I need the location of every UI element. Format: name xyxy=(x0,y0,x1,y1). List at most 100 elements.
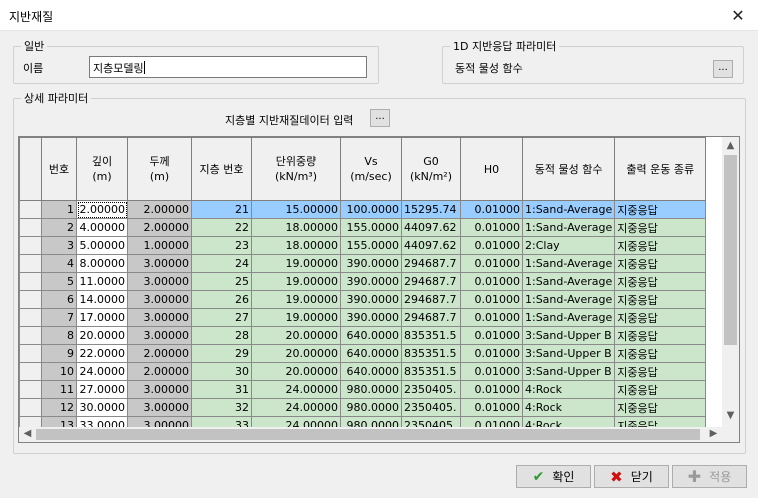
cell-depth[interactable]: 24.0000 xyxy=(76,362,128,381)
cell-layer-no[interactable]: 31 xyxy=(191,380,252,399)
cell-depth[interactable]: 17.0000 xyxy=(76,308,128,327)
table-row[interactable]: 10 24.0000 2.00000 30 20.00000 640.0000 835351… xyxy=(19,362,707,381)
cell-unit-weight[interactable]: 19.00000 xyxy=(251,254,341,273)
cell-h0[interactable]: 0.01000 xyxy=(460,380,523,399)
cell-dynamic-function[interactable]: 1:Sand-Average xyxy=(521,290,616,309)
cell-g0[interactable]: 44097.62 xyxy=(401,218,461,237)
header-unit-weight[interactable]: 단위중량 (kN/m³) xyxy=(251,137,341,201)
horizontal-scroll-thumb[interactable] xyxy=(36,429,700,440)
cell-layer-no[interactable]: 22 xyxy=(191,218,252,237)
header-g0[interactable]: G0 (kN/m²) xyxy=(401,137,461,201)
scroll-down-icon[interactable]: ▼ xyxy=(722,410,739,421)
cell-vs[interactable]: 640.0000 xyxy=(340,326,402,345)
header-dynamic-function[interactable]: 동적 물성 함수 xyxy=(521,137,616,201)
cell-no[interactable]: 10 xyxy=(41,362,77,381)
cell-thickness[interactable]: 3.00000 xyxy=(127,326,192,345)
cell-no[interactable]: 11 xyxy=(41,380,77,399)
cell-depth[interactable]: 11.0000 xyxy=(76,272,128,291)
cell-layer-no[interactable]: 29 xyxy=(191,344,252,363)
cell-layer-no[interactable]: 30 xyxy=(191,362,252,381)
cell-thickness[interactable]: 2.00000 xyxy=(127,218,192,237)
cell-depth[interactable]: 4.00000 xyxy=(76,218,128,237)
cell-h0[interactable]: 0.01000 xyxy=(460,326,523,345)
cell-vs[interactable]: 155.0000 xyxy=(340,236,402,255)
cell-depth[interactable]: 30.0000 xyxy=(76,398,128,417)
cell-dynamic-function[interactable]: 3:Sand-Upper B xyxy=(521,326,616,345)
cell-dynamic-function[interactable]: 3:Sand-Upper B xyxy=(521,344,616,363)
cell-h0[interactable]: 0.01000 xyxy=(460,308,523,327)
cell-g0[interactable]: 2350405. xyxy=(401,380,461,399)
close-button[interactable]: ✖ 닫기 xyxy=(594,465,669,488)
cell-no[interactable]: 2 xyxy=(41,218,77,237)
cell-unit-weight[interactable]: 20.00000 xyxy=(251,326,341,345)
name-input[interactable]: 지층모델링 xyxy=(89,56,367,78)
cell-unit-weight[interactable]: 18.00000 xyxy=(251,236,341,255)
cell-layer-no[interactable]: 25 xyxy=(191,272,252,291)
cell-unit-weight[interactable]: 19.00000 xyxy=(251,290,341,309)
cell-output-type[interactable]: 지중응답 xyxy=(614,200,707,219)
cell-h0[interactable]: 0.01000 xyxy=(460,218,523,237)
table-row[interactable]: 2 4.00000 2.00000 22 18.00000 155.0000 44097.6… xyxy=(19,218,707,237)
cell-thickness[interactable]: 3.00000 xyxy=(127,398,192,417)
cell-dynamic-function[interactable]: 1:Sand-Average xyxy=(521,308,616,327)
cell-dynamic-function[interactable]: 4:Rock xyxy=(521,380,616,399)
cell-thickness[interactable]: 1.00000 xyxy=(127,236,192,255)
cell-thickness[interactable]: 2.00000 xyxy=(127,344,192,363)
cell-vs[interactable]: 640.0000 xyxy=(340,344,402,363)
cell-dynamic-function[interactable]: 1:Sand-Average xyxy=(521,272,616,291)
cell-h0[interactable]: 0.01000 xyxy=(460,344,523,363)
cell-dynamic-function[interactable]: 1:Sand-Average xyxy=(521,200,616,219)
cell-g0[interactable]: 44097.62 xyxy=(401,236,461,255)
cell-h0[interactable]: 0.01000 xyxy=(460,290,523,309)
cell-dynamic-function[interactable]: 1:Sand-Average xyxy=(521,218,616,237)
cell-output-type[interactable]: 지중응답 xyxy=(614,380,707,399)
cell-thickness[interactable]: 3.00000 xyxy=(127,308,192,327)
cell-no[interactable]: 8 xyxy=(41,326,77,345)
cell-g0[interactable]: 835351.5 xyxy=(401,362,461,381)
cell-dynamic-function[interactable]: 3:Sand-Upper B xyxy=(521,362,616,381)
header-no[interactable]: 번호 xyxy=(41,137,77,201)
cell-output-type[interactable]: 지중응답 xyxy=(614,398,707,417)
cell-layer-no[interactable]: 23 xyxy=(191,236,252,255)
cell-output-type[interactable]: 지중응답 xyxy=(614,218,707,237)
cell-unit-weight[interactable]: 24.00000 xyxy=(251,398,341,417)
cell-depth[interactable]: 2.00000 xyxy=(76,200,128,219)
layer-data-input-button[interactable]: ... xyxy=(370,109,390,127)
scroll-right-icon[interactable]: ▶ xyxy=(705,428,722,439)
header-thickness[interactable]: 두께 (m) xyxy=(127,137,192,201)
horizontal-scrollbar[interactable]: ◀ ▶ xyxy=(19,427,722,442)
cell-unit-weight[interactable]: 20.00000 xyxy=(251,344,341,363)
cell-depth[interactable]: 20.0000 xyxy=(76,326,128,345)
cell-layer-no[interactable]: 27 xyxy=(191,308,252,327)
cell-no[interactable]: 3 xyxy=(41,236,77,255)
table-row[interactable]: 5 11.0000 3.00000 25 19.00000 390.0000 294687.… xyxy=(19,272,707,291)
cell-unit-weight[interactable]: 18.00000 xyxy=(251,218,341,237)
cell-vs[interactable]: 980.0000 xyxy=(340,380,402,399)
cell-vs[interactable]: 155.0000 xyxy=(340,218,402,237)
header-h0[interactable]: H0 xyxy=(460,137,523,201)
cell-vs[interactable]: 390.0000 xyxy=(340,290,402,309)
cell-output-type[interactable]: 지중응답 xyxy=(614,326,707,345)
cell-vs[interactable]: 390.0000 xyxy=(340,254,402,273)
cell-thickness[interactable]: 3.00000 xyxy=(127,290,192,309)
cell-thickness[interactable]: 3.00000 xyxy=(127,254,192,273)
cell-g0[interactable]: 2350405. xyxy=(401,398,461,417)
cell-h0[interactable]: 0.01000 xyxy=(460,362,523,381)
header-vs[interactable]: Vs (m/sec) xyxy=(340,137,402,201)
apply-button[interactable]: ✚ 적용 xyxy=(672,465,747,488)
cell-thickness[interactable]: 2.00000 xyxy=(127,200,192,219)
cell-layer-no[interactable]: 32 xyxy=(191,398,252,417)
cell-dynamic-function[interactable]: 4:Rock xyxy=(521,398,616,417)
cell-dynamic-function[interactable]: 1:Sand-Average xyxy=(521,254,616,273)
cell-g0[interactable]: 835351.5 xyxy=(401,326,461,345)
table-row[interactable]: 3 5.00000 1.00000 23 18.00000 155.0000 44097.6… xyxy=(19,236,707,255)
cell-unit-weight[interactable]: 19.00000 xyxy=(251,308,341,327)
cell-h0[interactable]: 0.01000 xyxy=(460,236,523,255)
cell-output-type[interactable]: 지중응답 xyxy=(614,254,707,273)
cell-depth[interactable]: 22.0000 xyxy=(76,344,128,363)
cell-vs[interactable]: 390.0000 xyxy=(340,308,402,327)
vertical-scroll-thumb[interactable] xyxy=(724,155,737,345)
cell-no[interactable]: 12 xyxy=(41,398,77,417)
scroll-left-icon[interactable]: ◀ xyxy=(19,428,36,439)
cell-h0[interactable]: 0.01000 xyxy=(460,254,523,273)
